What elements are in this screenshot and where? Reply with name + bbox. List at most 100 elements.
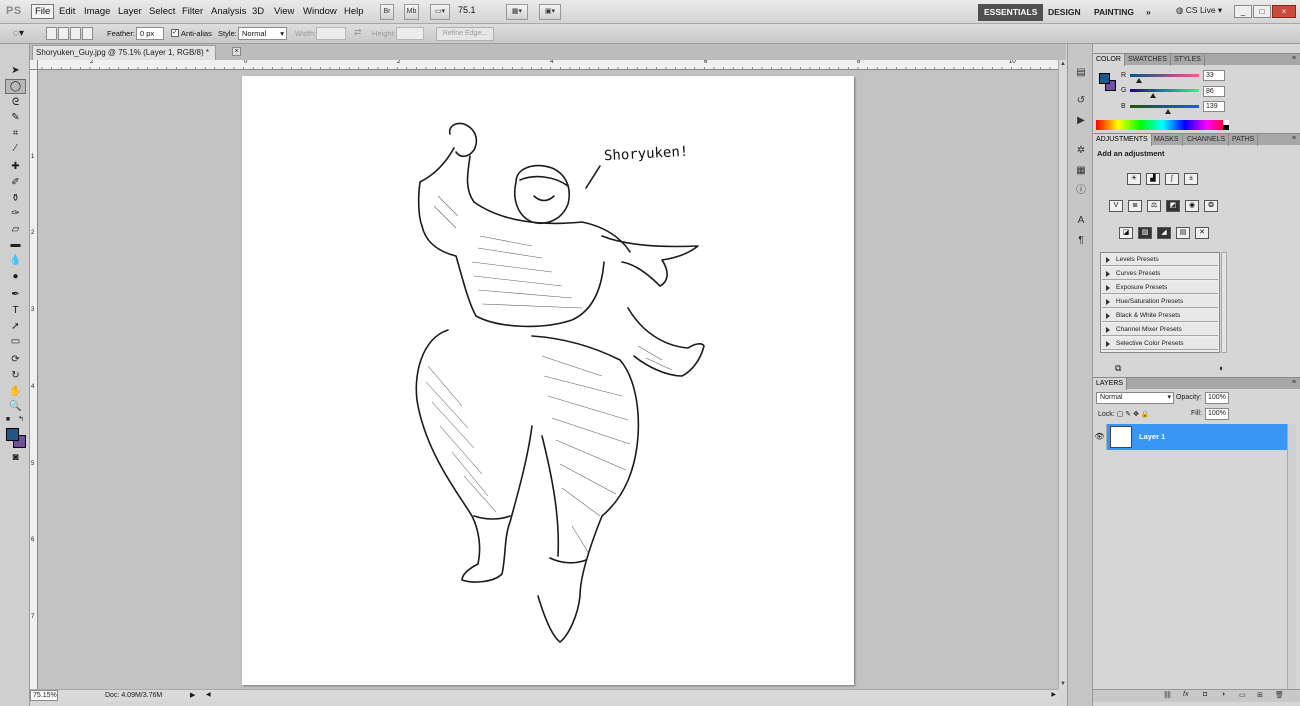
elliptical-marquee-tool-icon[interactable]: ◯ bbox=[5, 79, 26, 94]
new-adjustment-icon[interactable]: ◑ bbox=[1221, 691, 1225, 698]
move-tool-icon[interactable]: ➤ bbox=[5, 63, 26, 78]
document-tab[interactable]: Shoryuken_Guy.jpg @ 75.1% (Layer 1, RGB/… bbox=[32, 45, 216, 60]
tool-presets-icon[interactable]: ✲ bbox=[1073, 144, 1089, 158]
exposure-icon[interactable]: ± bbox=[1184, 173, 1198, 185]
menu-layer[interactable]: Layer bbox=[115, 5, 145, 18]
g-slider[interactable] bbox=[1130, 89, 1199, 92]
preset-exposure[interactable]: Exposure Presets bbox=[1102, 282, 1218, 294]
type-tool-icon[interactable]: T bbox=[5, 303, 26, 318]
horizontal-scrollbar[interactable]: ◀ ▶ bbox=[204, 689, 1058, 701]
screen-mode-button[interactable]: ▣▾ bbox=[539, 4, 561, 20]
new-layer-icon[interactable]: ⊞ bbox=[1257, 691, 1263, 699]
lasso-tool-icon[interactable]: ᘓ bbox=[5, 95, 26, 110]
layer-thumbnail[interactable] bbox=[1110, 426, 1132, 448]
add-selection-button[interactable] bbox=[58, 27, 69, 40]
tab-channels[interactable]: CHANNELS bbox=[1184, 134, 1230, 146]
add-mask-icon[interactable]: ◘ bbox=[1203, 691, 1207, 698]
width-input[interactable] bbox=[316, 27, 346, 40]
b-value[interactable]: 139 bbox=[1203, 101, 1225, 112]
status-menu-arrow-icon[interactable]: ▶ bbox=[190, 691, 195, 699]
brush-tool-icon[interactable]: ✐ bbox=[5, 175, 26, 190]
scroll-up-arrow-icon[interactable]: ▲ bbox=[1059, 60, 1067, 69]
r-slider-knob[interactable] bbox=[1136, 78, 1142, 83]
preset-levels[interactable]: Levels Presets bbox=[1102, 254, 1218, 266]
lock-image-icon[interactable]: ✎ bbox=[1125, 411, 1131, 418]
vibrance-icon[interactable]: V bbox=[1109, 200, 1123, 212]
clip-to-layer-icon[interactable]: ⧉ bbox=[1115, 363, 1121, 374]
actions-panel-icon[interactable]: ▶ bbox=[1073, 114, 1089, 128]
view-extras-button[interactable]: ▭▾ bbox=[430, 4, 450, 20]
status-zoom-field[interactable]: 75.15% bbox=[30, 690, 58, 701]
tab-masks[interactable]: MASKS bbox=[1151, 134, 1183, 146]
menu-help[interactable]: Help bbox=[341, 5, 367, 18]
layer-name[interactable]: Layer 1 bbox=[1139, 432, 1165, 441]
curves-icon[interactable]: ∫ bbox=[1165, 173, 1179, 185]
brush-presets-icon[interactable]: ▦ bbox=[1073, 164, 1089, 178]
lock-all-icon[interactable]: 🔒 bbox=[1141, 411, 1150, 418]
r-slider[interactable] bbox=[1130, 74, 1199, 77]
panel-menu-icon[interactable]: ≡ bbox=[1292, 55, 1296, 62]
scroll-left-arrow-icon[interactable]: ◀ bbox=[206, 691, 211, 698]
hue-saturation-icon[interactable]: ≣ bbox=[1128, 200, 1142, 212]
panel-menu-icon[interactable]: ≡ bbox=[1292, 379, 1296, 386]
eyedropper-tool-icon[interactable]: ⁄ bbox=[5, 141, 26, 156]
preset-hue-saturation[interactable]: Hue/Saturation Presets bbox=[1102, 296, 1218, 308]
arrange-documents-button[interactable]: ▦▾ bbox=[506, 4, 528, 20]
levels-icon[interactable]: ▟ bbox=[1146, 173, 1160, 185]
tab-layers[interactable]: LAYERS bbox=[1093, 378, 1128, 390]
g-slider-knob[interactable] bbox=[1150, 93, 1156, 98]
b-slider-knob[interactable] bbox=[1165, 109, 1171, 114]
tab-swatches[interactable]: SWATCHES bbox=[1125, 54, 1171, 66]
photo-filter-icon[interactable]: ◉ bbox=[1185, 200, 1199, 212]
panel-menu-icon[interactable]: ≡ bbox=[1292, 135, 1296, 142]
preset-channel-mixer[interactable]: Channel Mixer Presets bbox=[1102, 324, 1218, 336]
workspace-painting[interactable]: PAINTING bbox=[1088, 4, 1140, 21]
color-spectrum-bar[interactable] bbox=[1096, 120, 1229, 130]
workspace-design[interactable]: DESIGN bbox=[1042, 4, 1087, 21]
gradient-tool-icon[interactable]: ▬ bbox=[5, 237, 26, 252]
hand-tool-icon[interactable]: ✋ bbox=[5, 384, 26, 399]
history-brush-tool-icon[interactable]: ✑ bbox=[5, 206, 26, 221]
lock-transparent-icon[interactable]: ▢ bbox=[1117, 411, 1124, 418]
lock-position-icon[interactable]: ✥ bbox=[1133, 411, 1139, 418]
layers-scrollbar[interactable] bbox=[1287, 424, 1296, 694]
fill-input[interactable]: 100% bbox=[1205, 408, 1229, 420]
r-value[interactable]: 33 bbox=[1203, 70, 1225, 81]
invert-icon[interactable]: ◪ bbox=[1119, 227, 1133, 239]
preset-curves[interactable]: Curves Presets bbox=[1102, 268, 1218, 280]
new-selection-button[interactable] bbox=[46, 27, 57, 40]
info-panel-icon[interactable]: ⓘ bbox=[1073, 184, 1089, 198]
preset-black-white[interactable]: Black & White Presets bbox=[1102, 310, 1218, 322]
clone-stamp-tool-icon[interactable]: ⚱ bbox=[5, 191, 26, 206]
delete-layer-icon[interactable]: 🗑 bbox=[1275, 691, 1284, 699]
minibridge-button[interactable]: Mb bbox=[404, 4, 419, 20]
presets-scrollbar[interactable] bbox=[1221, 252, 1227, 353]
selective-color-icon[interactable]: ✕ bbox=[1195, 227, 1209, 239]
canvas-area[interactable]: Shoryuken! bbox=[38, 70, 1058, 689]
swap-icon[interactable]: ⇄ bbox=[354, 27, 362, 38]
layer-row[interactable]: 👁 Layer 1 bbox=[1093, 424, 1287, 450]
visibility-toggle-icon[interactable]: ◐ bbox=[1219, 363, 1224, 373]
menu-filter[interactable]: Filter bbox=[179, 5, 206, 18]
quick-selection-tool-icon[interactable]: ✎ bbox=[5, 110, 26, 125]
b-slider[interactable] bbox=[1130, 105, 1199, 108]
style-select[interactable]: Normal ▾ bbox=[238, 27, 287, 40]
3d-rotate-tool-icon[interactable]: ⟳ bbox=[5, 352, 26, 367]
feather-input[interactable]: 0 px bbox=[136, 27, 164, 40]
refine-edge-button[interactable]: Refine Edge... bbox=[436, 27, 494, 41]
cs-live-menu[interactable]: ◍ CS Live ▾ bbox=[1176, 5, 1222, 16]
subtract-selection-button[interactable] bbox=[70, 27, 81, 40]
tab-color[interactable]: COLOR bbox=[1093, 54, 1125, 66]
blend-mode-select[interactable]: Normal ▾ bbox=[1096, 392, 1174, 404]
tab-adjustments[interactable]: ADJUSTMENTS bbox=[1093, 134, 1152, 146]
spot-healing-tool-icon[interactable]: ✚ bbox=[5, 159, 26, 174]
eye-icon[interactable]: 👁 bbox=[1093, 424, 1107, 450]
tab-paths[interactable]: PATHS bbox=[1229, 134, 1259, 146]
zoom-level[interactable]: 75.1 bbox=[458, 5, 500, 19]
elliptical-marquee-preset-icon[interactable]: ◌▾ bbox=[8, 26, 29, 41]
bridge-button[interactable]: Br bbox=[380, 4, 394, 20]
dodge-tool-icon[interactable]: ● bbox=[5, 269, 26, 284]
anti-alias-checkbox[interactable]: ✓ bbox=[171, 29, 179, 37]
black-white-icon[interactable]: ◩ bbox=[1166, 200, 1180, 212]
3d-orbit-tool-icon[interactable]: ↻ bbox=[5, 368, 26, 383]
